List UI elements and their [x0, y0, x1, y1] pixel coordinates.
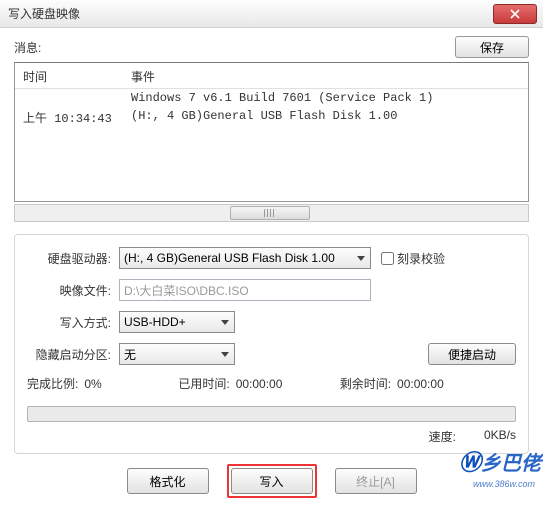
status-row: 完成比例: 0% 已用时间: 00:00:00 剩余时间: 00:00:00 — [27, 375, 516, 392]
image-label: 映像文件: — [27, 282, 119, 299]
hide-partition-select[interactable]: 无 — [119, 343, 235, 365]
write-mode-select[interactable]: USB-HDD+ — [119, 311, 235, 333]
log-time: 上午 10:34:43 — [23, 109, 131, 126]
write-button[interactable]: 写入 — [231, 468, 313, 494]
write-mode-value: USB-HDD+ — [124, 315, 186, 329]
progress-bar — [27, 406, 516, 422]
speed-value: 0KB/s — [484, 428, 516, 445]
log-header: 时间 事件 — [15, 65, 528, 89]
titlebar: 写入硬盘映像 — [0, 0, 543, 28]
settings-group: 硬盘驱动器: (H:, 4 GB)General USB Flash Disk … — [14, 234, 529, 454]
write-mode-label: 写入方式: — [27, 314, 119, 331]
hide-partition-label: 隐藏启动分区: — [27, 346, 119, 363]
verify-checkbox-input[interactable] — [381, 252, 394, 265]
write-button-highlight: 写入 — [227, 464, 317, 498]
abort-button: 终止[A] — [335, 468, 417, 494]
log-time — [23, 91, 131, 105]
col-header-event: 事件 — [131, 68, 155, 85]
log-event: Windows 7 v6.1 Build 7601 (Service Pack … — [131, 91, 520, 105]
hide-partition-value: 无 — [124, 346, 136, 363]
verify-checkbox[interactable]: 刻录校验 — [381, 250, 445, 267]
save-button[interactable]: 保存 — [455, 36, 529, 58]
drive-label: 硬盘驱动器: — [27, 250, 119, 267]
verify-label: 刻录校验 — [397, 250, 445, 267]
remain-label: 剩余时间: — [340, 375, 391, 392]
elapsed-value: 00:00:00 — [236, 377, 316, 391]
drive-select-value: (H:, 4 GB)General USB Flash Disk 1.00 — [124, 251, 335, 265]
close-button[interactable] — [493, 4, 537, 24]
portable-boot-button[interactable]: 便捷启动 — [428, 343, 516, 365]
format-button[interactable]: 格式化 — [127, 468, 209, 494]
log-panel: 时间 事件 Windows 7 v6.1 Build 7601 (Service… — [14, 62, 529, 202]
log-row: Windows 7 v6.1 Build 7601 (Service Pack … — [15, 89, 528, 107]
complete-value: 0% — [84, 377, 154, 391]
log-scrollbar[interactable] — [14, 204, 529, 222]
window-title: 写入硬盘映像 — [8, 5, 493, 22]
log-row: 上午 10:34:43 (H:, 4 GB)General USB Flash … — [15, 107, 528, 128]
scroll-thumb[interactable] — [230, 206, 310, 220]
content-area: 消息: 保存 时间 事件 Windows 7 v6.1 Build 7601 (… — [0, 28, 543, 506]
image-path-field[interactable] — [119, 279, 371, 301]
speed-row: 速度: 0KB/s — [27, 428, 516, 445]
col-header-time: 时间 — [23, 68, 131, 85]
message-label: 消息: — [14, 39, 455, 56]
log-event: (H:, 4 GB)General USB Flash Disk 1.00 — [131, 109, 520, 126]
elapsed-label: 已用时间: — [178, 375, 229, 392]
complete-label: 完成比例: — [27, 375, 78, 392]
drive-select[interactable]: (H:, 4 GB)General USB Flash Disk 1.00 — [119, 247, 371, 269]
speed-label: 速度: — [429, 428, 456, 445]
footer-buttons: 格式化 写入 终止[A] — [14, 464, 529, 498]
remain-value: 00:00:00 — [397, 377, 444, 391]
close-icon — [510, 9, 520, 19]
